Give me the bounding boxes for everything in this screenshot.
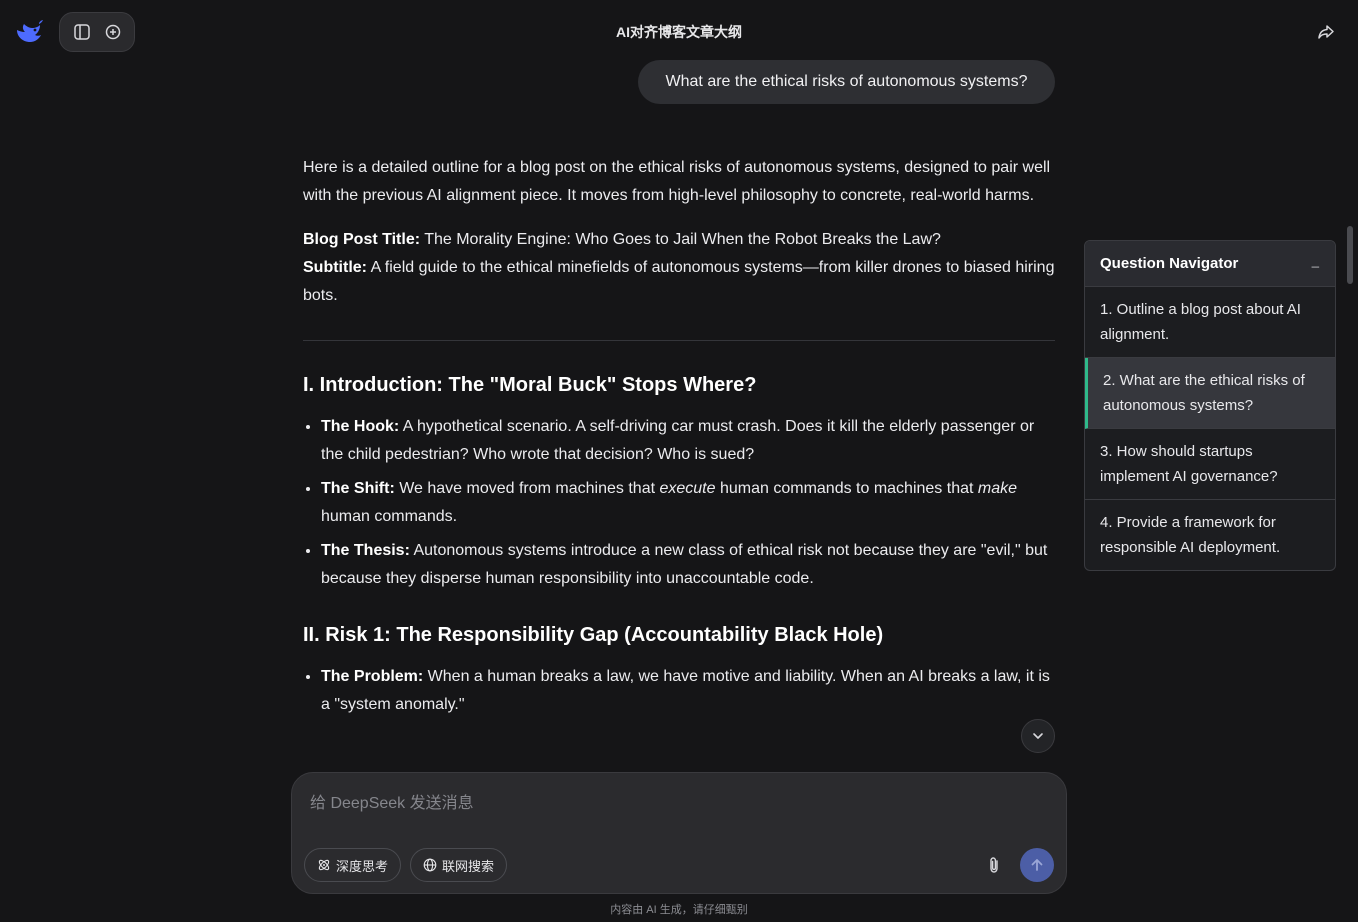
top-bar: AI对齐博客文章大纲: [0, 0, 1358, 64]
list-item: The Hook: A hypothetical scenario. A sel…: [321, 413, 1055, 469]
thesis-text: Autonomous systems introduce a new class…: [321, 542, 1048, 587]
scroll-to-bottom-button[interactable]: [1021, 719, 1055, 753]
user-message: What are the ethical risks of autonomous…: [638, 60, 1055, 104]
blog-subtitle-label: Subtitle:: [303, 259, 367, 276]
navigator-header: Question Navigator _: [1085, 241, 1335, 287]
blog-subtitle-value: A field guide to the ethical minefields …: [303, 259, 1055, 304]
deep-think-label: 深度思考: [336, 858, 389, 874]
section-list-responsibility-gap: The Problem: When a human breaks a law, …: [303, 663, 1055, 719]
chat-title: AI对齐博客文章大纲: [616, 24, 742, 40]
question-navigator: Question Navigator _ 1. Outline a blog p…: [1084, 240, 1336, 571]
message-composer: 深度思考 联网搜索: [291, 772, 1067, 894]
shift-text: human commands to machines that: [715, 480, 978, 497]
section-heading-introduction: I. Introduction: The "Moral Buck" Stops …: [303, 374, 757, 396]
section-list-introduction: The Hook: A hypothetical scenario. A sel…: [303, 413, 1055, 593]
send-button[interactable]: [1020, 848, 1054, 882]
navigator-minimize-button[interactable]: _: [1312, 253, 1319, 274]
navigator-item-1[interactable]: 1. Outline a blog post about AI alignmen…: [1085, 287, 1335, 358]
atom-icon: [318, 859, 330, 871]
blog-subtitle-line: Subtitle: A field guide to the ethical m…: [303, 254, 1055, 310]
attach-button[interactable]: [982, 853, 1006, 877]
web-search-label: 联网搜索: [442, 858, 495, 874]
divider: [303, 340, 1055, 341]
share-button[interactable]: [1314, 20, 1338, 44]
answer-intro: Here is a detailed outline for a blog po…: [303, 159, 1051, 204]
page-scrollbar[interactable]: [1347, 226, 1353, 284]
ai-disclaimer: 内容由 AI 生成，请仔细甄别: [610, 904, 748, 916]
shift-text: We have moved from machines that: [394, 480, 660, 497]
arrow-up-icon: [1031, 859, 1043, 871]
section-heading-responsibility-gap: II. Risk 1: The Responsibility Gap (Acco…: [303, 624, 884, 646]
message-input[interactable]: [308, 787, 1048, 827]
globe-icon: [423, 858, 437, 872]
share-icon: [1318, 25, 1334, 39]
blog-title-value: The Morality Engine: Who Goes to Jail Wh…: [420, 231, 941, 248]
navigator-item-4[interactable]: 4. Provide a framework for responsible A…: [1085, 500, 1335, 570]
navigator-title: Question Navigator: [1100, 255, 1239, 272]
hook-text: A hypothetical scenario. A self-driving …: [321, 418, 1035, 463]
problem-text: When a human breaks a law, we have motiv…: [321, 668, 1050, 713]
web-search-button[interactable]: 联网搜索: [410, 848, 508, 882]
shift-emphasis: execute: [659, 480, 716, 497]
blog-title-line: Blog Post Title: The Morality Engine: Wh…: [303, 226, 1055, 254]
list-item: The Shift: We have moved from machines t…: [321, 475, 1055, 531]
thesis-label: The Thesis:: [321, 542, 410, 559]
paperclip-icon: [990, 857, 998, 873]
list-item: The Thesis: Autonomous systems introduce…: [321, 537, 1055, 593]
list-item: The Problem: When a human breaks a law, …: [321, 663, 1055, 719]
shift-emphasis: make: [977, 480, 1018, 497]
navigator-item-3[interactable]: 3. How should startups implement AI gove…: [1085, 429, 1335, 500]
navigator-item-2[interactable]: 2. What are the ethical risks of autonom…: [1085, 358, 1335, 429]
chevron-down-icon: [1033, 733, 1043, 739]
blog-title-label: Blog Post Title:: [303, 231, 421, 248]
deep-think-button[interactable]: 深度思考: [304, 848, 402, 882]
problem-label: The Problem:: [321, 668, 424, 685]
shift-label: The Shift:: [321, 480, 395, 497]
hook-label: The Hook:: [321, 418, 400, 435]
shift-text: human commands.: [321, 508, 458, 525]
assistant-message: Here is a detailed outline for a blog po…: [303, 154, 1055, 747]
